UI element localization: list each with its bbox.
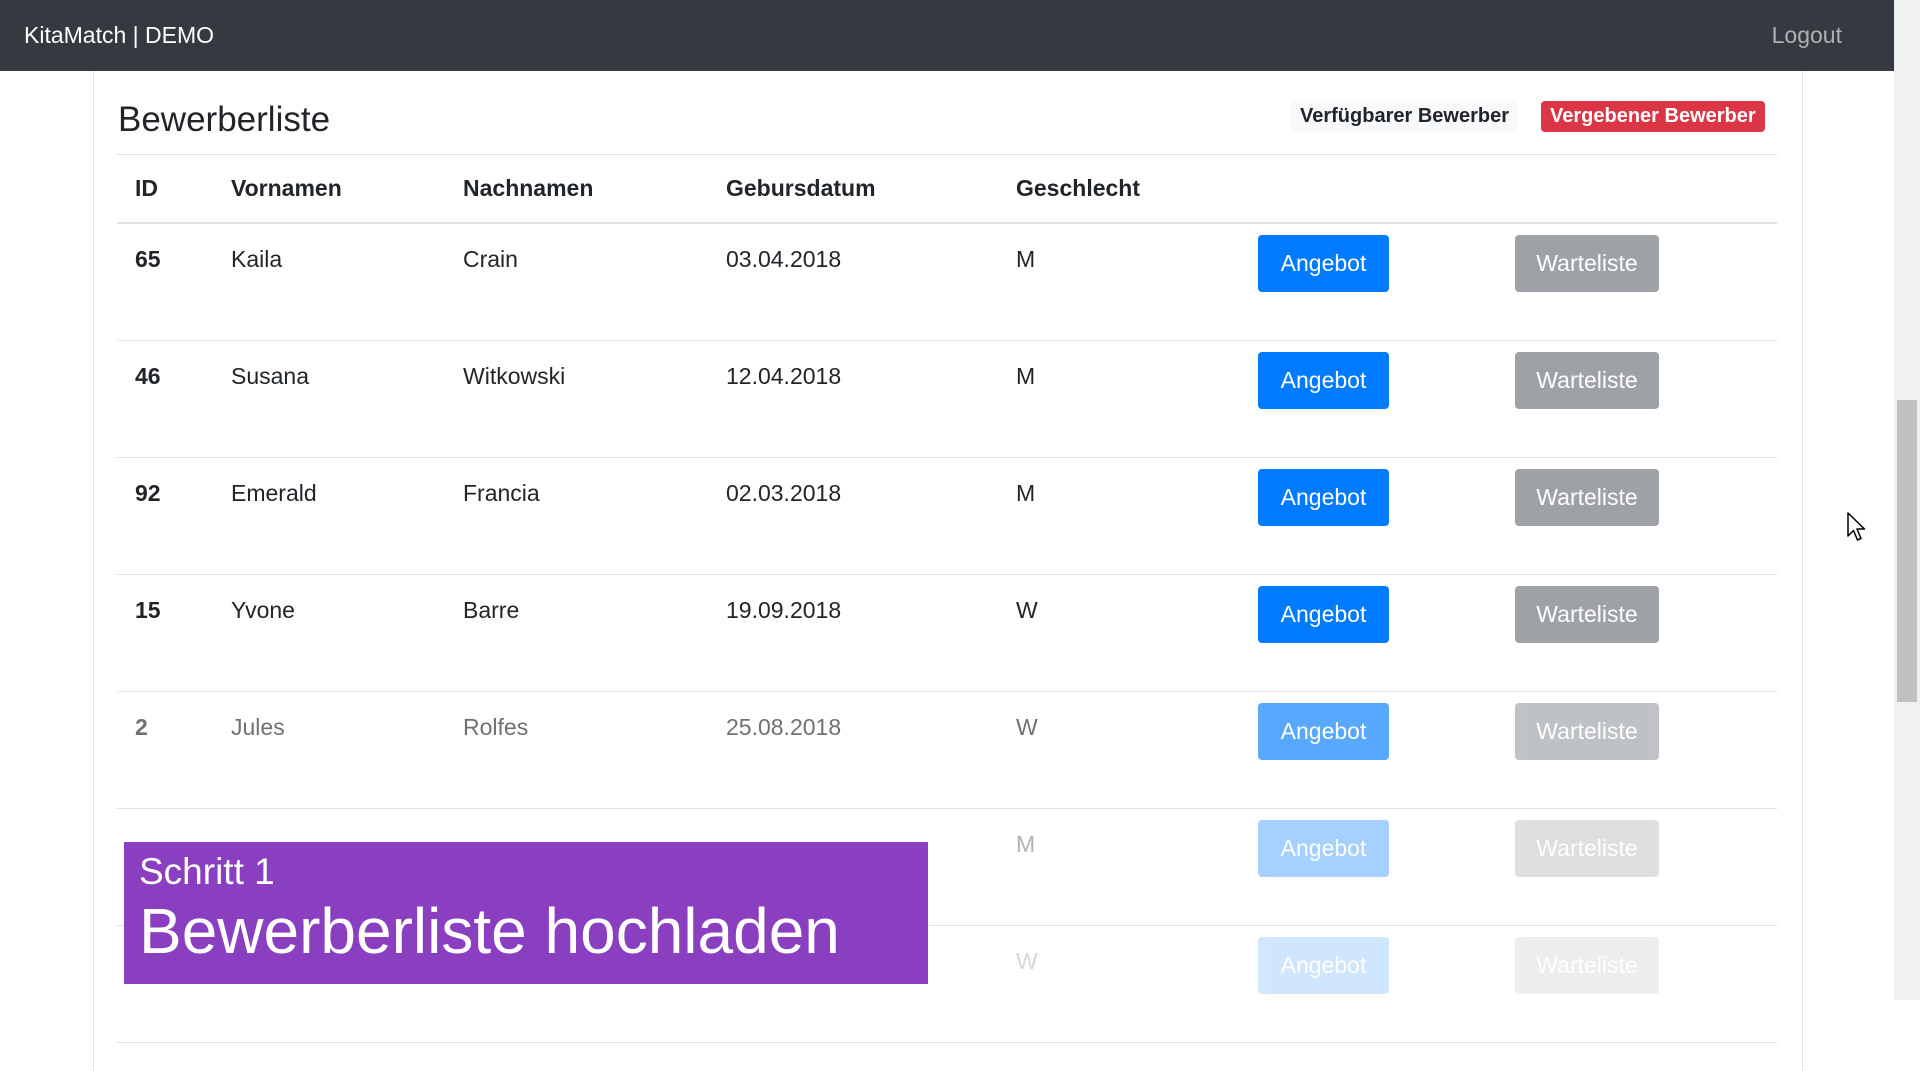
offer-button[interactable]: Angebot xyxy=(1258,351,1389,409)
column-header-offer xyxy=(1240,155,1497,224)
cell-offer: Angebot xyxy=(1240,691,1497,809)
table-header-row: ID Vornamen Nachnamen Gebursdatum Geschl… xyxy=(117,155,1777,224)
cell-offer: Angebot xyxy=(1240,223,1497,341)
table-row: 15 Yvone Barre 19.09.2018 W Angebot Wart… xyxy=(117,574,1777,692)
cell-first-name: Kaila xyxy=(213,223,445,341)
offer-button[interactable]: Angebot xyxy=(1258,585,1389,643)
vertical-scrollbar[interactable] xyxy=(1894,0,1920,1000)
cell-gender: M xyxy=(998,808,1240,926)
step-title: Bewerberliste hochladen xyxy=(139,894,840,967)
cell-gender: W xyxy=(998,691,1240,809)
cell-waitlist: Warteliste xyxy=(1497,340,1777,458)
cell-birthdate: 25.08.2018 xyxy=(708,691,998,809)
cell-birthdate: 19.09.2018 xyxy=(708,574,998,692)
cell-last-name: Francia xyxy=(445,457,708,575)
cell-offer: Angebot xyxy=(1240,808,1497,926)
waitlist-button[interactable]: Warteliste xyxy=(1515,468,1659,526)
legend-assigned-badge: Vergebener Bewerber xyxy=(1541,101,1765,132)
cell-waitlist: Warteliste xyxy=(1497,691,1777,809)
waitlist-button[interactable]: Warteliste xyxy=(1515,702,1659,760)
cell-gender: M xyxy=(998,340,1240,458)
waitlist-button[interactable]: Warteliste xyxy=(1515,936,1659,994)
table-row: 92 Emerald Francia 02.03.2018 M Angebot … xyxy=(117,457,1777,575)
cell-last-name: Barre xyxy=(445,574,708,692)
cell-waitlist: Warteliste xyxy=(1497,457,1777,575)
logout-link[interactable]: Logout xyxy=(1772,22,1842,49)
offer-button[interactable]: Angebot xyxy=(1258,235,1389,292)
waitlist-button[interactable]: Warteliste xyxy=(1515,585,1659,643)
column-header-waitlist xyxy=(1497,155,1777,224)
cell-birthdate: 03.04.2018 xyxy=(708,223,998,341)
table-row: 2 Jules Rolfes 25.08.2018 W Angebot Wart… xyxy=(117,691,1777,809)
cell-last-name: Rolfes xyxy=(445,691,708,809)
cell-id: 15 xyxy=(117,574,213,692)
offer-button[interactable]: Angebot xyxy=(1258,468,1389,526)
card-header: Bewerberliste Verfügbarer Bewerber Verge… xyxy=(117,96,1777,155)
cell-gender: M xyxy=(998,457,1240,575)
cell-gender: M xyxy=(998,223,1240,341)
cell-birthdate: 02.03.2018 xyxy=(708,457,998,575)
scrollbar-thumb[interactable] xyxy=(1897,400,1917,702)
cell-offer: Angebot xyxy=(1240,340,1497,458)
cell-waitlist: Warteliste xyxy=(1497,808,1777,926)
cell-id: 2 xyxy=(117,691,213,809)
brand-link[interactable]: KitaMatch | DEMO xyxy=(24,22,214,49)
cell-first-name: Emerald xyxy=(213,457,445,575)
page-title: Bewerberliste xyxy=(118,100,331,139)
cell-offer: Angebot xyxy=(1240,457,1497,575)
cell-first-name: Jules xyxy=(213,691,445,809)
mouse-pointer-icon xyxy=(1847,512,1866,541)
cell-id: 92 xyxy=(117,457,213,575)
column-header-birthdate: Gebursdatum xyxy=(708,155,998,224)
cell-offer: Angebot xyxy=(1240,574,1497,692)
cell-waitlist: Warteliste xyxy=(1497,223,1777,341)
offer-button[interactable]: Angebot xyxy=(1258,702,1389,760)
table-row: 46 Susana Witkowski 12.04.2018 M Angebot… xyxy=(117,340,1777,458)
step-caption-overlay: Schritt 1 Bewerberliste hochladen xyxy=(124,842,928,984)
cell-first-name: Yvone xyxy=(213,574,445,692)
column-header-last-name: Nachnamen xyxy=(445,155,708,224)
cell-id: 46 xyxy=(117,340,213,458)
step-number: Schritt 1 xyxy=(139,851,275,892)
cell-first-name: Susana xyxy=(213,340,445,458)
cell-gender: W xyxy=(998,925,1240,1043)
offer-button[interactable]: Angebot xyxy=(1258,936,1389,994)
waitlist-button[interactable]: Warteliste xyxy=(1515,819,1659,877)
column-header-id: ID xyxy=(117,155,213,224)
cell-id: 65 xyxy=(117,223,213,341)
cell-birthdate: 12.04.2018 xyxy=(708,340,998,458)
column-header-gender: Geschlecht xyxy=(998,155,1240,224)
top-navbar: KitaMatch | DEMO Logout xyxy=(0,0,1894,71)
legend-available-badge: Verfügbarer Bewerber xyxy=(1291,101,1518,132)
column-header-first-name: Vornamen xyxy=(213,155,445,224)
cell-last-name: Witkowski xyxy=(445,340,708,458)
waitlist-button[interactable]: Warteliste xyxy=(1515,235,1659,292)
table-row: 65 Kaila Crain 03.04.2018 M Angebot Wart… xyxy=(117,223,1777,341)
cell-waitlist: Warteliste xyxy=(1497,925,1777,1043)
cell-gender: W xyxy=(998,574,1240,692)
cell-waitlist: Warteliste xyxy=(1497,574,1777,692)
cell-offer: Angebot xyxy=(1240,925,1497,1043)
cell-last-name: Crain xyxy=(445,223,708,341)
waitlist-button[interactable]: Warteliste xyxy=(1515,351,1659,409)
offer-button[interactable]: Angebot xyxy=(1258,819,1389,877)
